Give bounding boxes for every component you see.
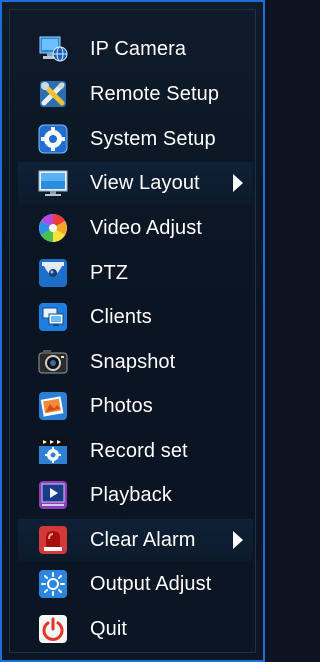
menu-item-record-set[interactable]: Record set [18,430,253,472]
menu-item-clear-alarm[interactable]: Clear Alarm [18,519,253,561]
menu-item-snapshot[interactable]: Snapshot [18,341,253,383]
clear-alarm-icon [39,526,67,554]
menu-item-label: IP Camera [90,38,187,60]
photos-icon [39,392,67,420]
record-set-icon [39,438,67,464]
snapshot-icon [38,350,68,374]
menu-item-playback[interactable]: Playback [18,474,253,516]
remote-setup-icon [40,81,66,107]
output-adjust-icon [39,570,67,598]
menu-item-photos[interactable]: Photos [18,385,253,427]
video-adjust-icon [39,214,67,242]
menu-item-system-setup[interactable]: System Setup [18,118,253,160]
menu-item-label: Clients [90,306,152,328]
submenu-arrow-icon [233,531,243,549]
menu-item-label: Record set [90,440,188,462]
menu-item-quit[interactable]: Quit [18,608,253,650]
menu-item-ptz[interactable]: PTZ [18,252,253,294]
menu-item-label: Video Adjust [90,217,203,239]
menu-item-label: Output Adjust [90,573,212,595]
menu-item-remote-setup[interactable]: Remote Setup [18,73,253,115]
menu-item-label: Clear Alarm [90,529,196,551]
clients-icon [39,303,67,331]
ptz-icon [39,259,67,287]
menu-item-label: Snapshot [90,351,176,373]
menu-item-output-adjust[interactable]: Output Adjust [18,563,253,605]
menu-item-ip-camera[interactable]: IP Camera [18,28,253,70]
menu-item-label: PTZ [90,262,129,284]
menu-item-label: View Layout [90,172,200,194]
playback-icon [39,481,67,509]
quit-icon [39,615,67,643]
menu-item-clients[interactable]: Clients [18,296,253,338]
system-setup-icon [38,124,68,154]
submenu-arrow-icon [233,174,243,192]
menu-item-video-adjust[interactable]: Video Adjust [18,207,253,249]
menu-item-label: Photos [90,395,153,417]
menu-item-label: Playback [90,484,172,506]
menu-item-label: System Setup [90,128,216,150]
menu-item-label: Remote Setup [90,83,220,105]
ip-camera-icon [39,36,68,62]
menu-item-view-layout[interactable]: View Layout [18,162,253,204]
context-menu: IP Camera Remote Setup System Setup View… [0,0,265,662]
menu-item-label: Quit [90,618,128,640]
view-layout-icon [38,170,68,196]
